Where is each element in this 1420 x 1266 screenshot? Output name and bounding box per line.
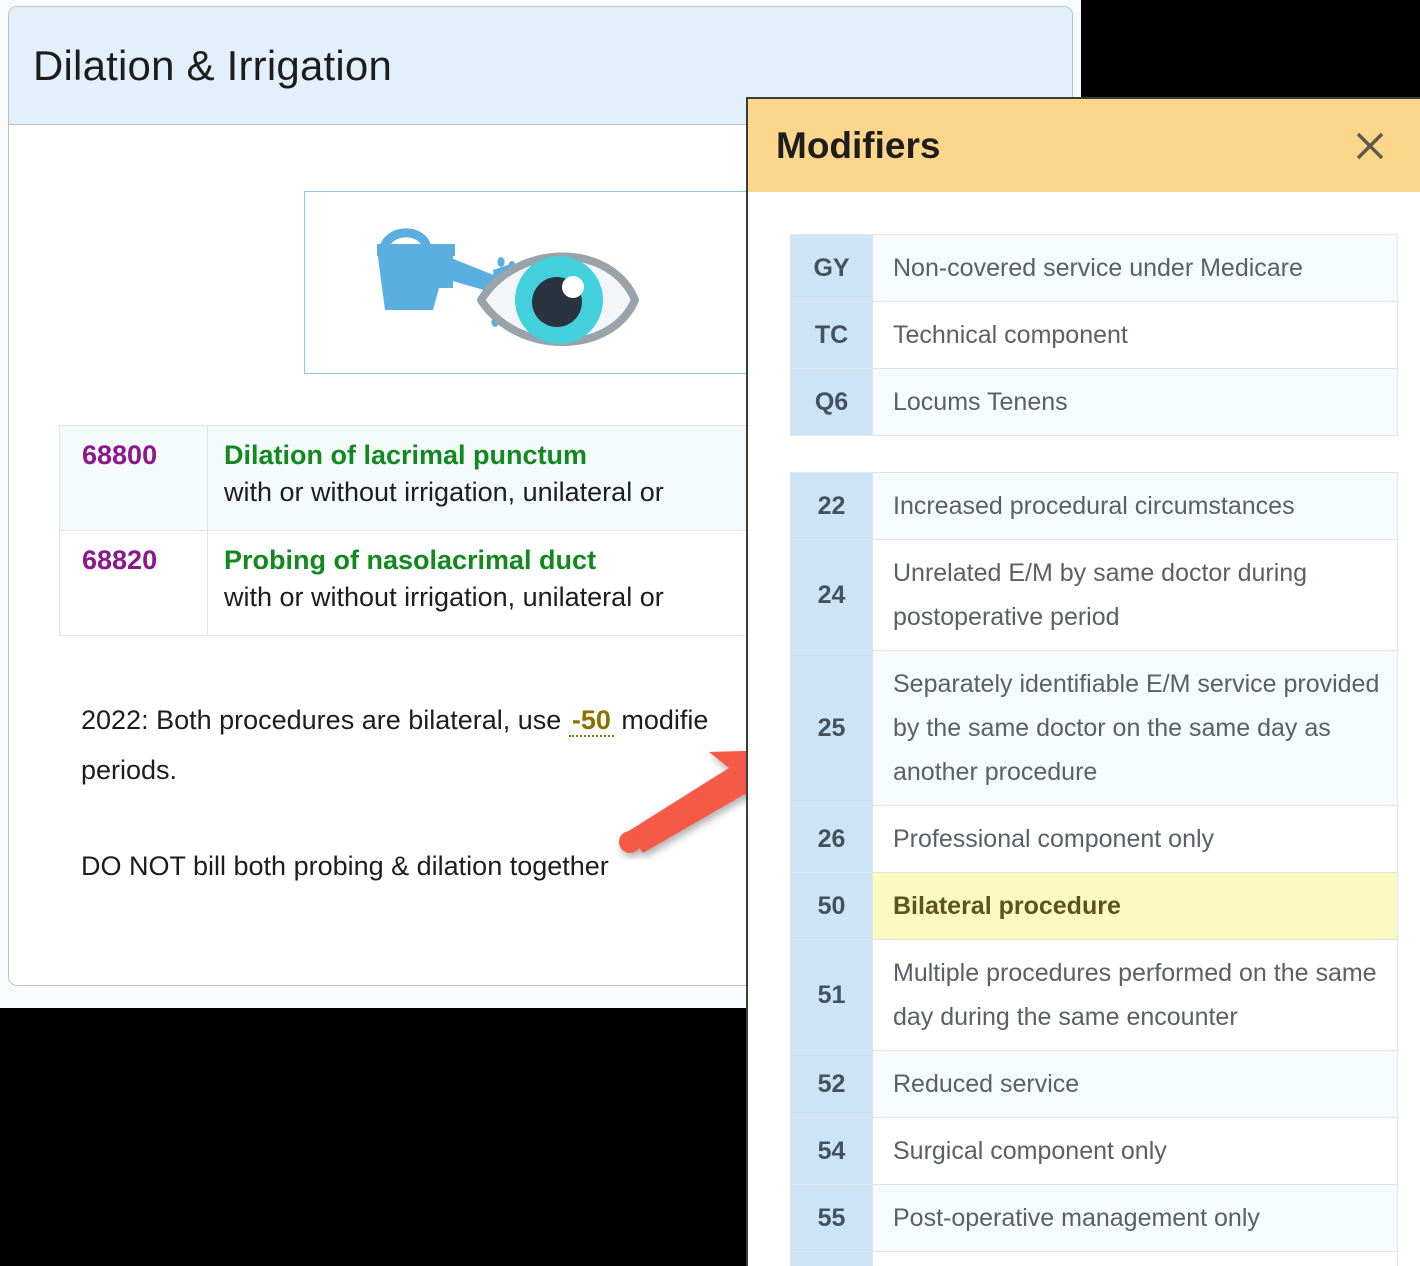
modifiers-dialog-header: Modifiers — [748, 99, 1420, 192]
modifier-description: Increased procedural circumstances — [872, 472, 1398, 540]
modifier-code: 52 — [790, 1050, 873, 1118]
modifier-row[interactable]: 50 Bilateral procedure — [790, 872, 1398, 940]
modifier-description: Surgical component only — [872, 1117, 1398, 1185]
modifier-description: Reduced service — [872, 1050, 1398, 1118]
modifier-description: Technical component — [872, 301, 1398, 369]
modifier-row[interactable]: 59Distinct procedure service — [790, 1251, 1398, 1266]
modifier-code: 54 — [790, 1117, 873, 1185]
modifier-code: 25 — [790, 650, 873, 806]
modifier-code: GY — [790, 234, 873, 302]
modifier-table-cpt: 22 Increased procedural circumstances 24 Un… — [790, 472, 1398, 1266]
modifier-row[interactable]: 25 Separately identifiable E/M service pr… — [790, 650, 1398, 806]
modifiers-dialog: Modifiers GY Non-covered service under Me… — [746, 97, 1420, 1266]
modifier-row[interactable]: 54 Surgical component only — [790, 1117, 1398, 1185]
screenshot-root: Dilation & Irrigation 68800 Dilation of … — [0, 0, 1420, 1266]
illustration-frame — [304, 191, 756, 374]
modifier-description: Multiple procedures performed on the sam… — [872, 939, 1398, 1051]
procedure-code: 68820 — [59, 530, 208, 636]
modifier-description: Non-covered service under Medicare — [872, 234, 1398, 302]
modifier-row[interactable]: 52 Reduced service — [790, 1050, 1398, 1118]
modifier-description: Unrelated E/M by same doctor during post… — [872, 539, 1398, 651]
modifier-description: Separately identifiable E/M service prov… — [872, 650, 1398, 806]
procedure-code: 68800 — [59, 425, 208, 531]
modifier-code: 26 — [790, 805, 873, 873]
modifier-code: 22 — [790, 472, 873, 540]
close-icon-glyph — [1356, 132, 1384, 159]
close-icon[interactable] — [1350, 126, 1390, 166]
modifier-row[interactable]: TC Technical component — [790, 301, 1398, 369]
modifier-code: 50 — [790, 872, 873, 940]
modifier-code: 59 — [790, 1251, 873, 1266]
modifier-table-hcpcs: GY Non-covered service under Medicare TC Te… — [790, 234, 1398, 436]
modifier-code: 51 — [790, 939, 873, 1051]
modifier-code: 24 — [790, 539, 873, 651]
modifier-code: Q6 — [790, 368, 873, 436]
modifier-table-cpt-body: 22 Increased procedural circumstances 24 Un… — [790, 472, 1398, 1266]
modifier-description: Distinct procedure service — [872, 1251, 1398, 1266]
modifier-row[interactable]: 51 Multiple procedures performed on the s… — [790, 939, 1398, 1051]
modifiers-dialog-body[interactable]: GY Non-covered service under Medicare TC Te… — [748, 192, 1420, 1266]
note-suffix: modifie — [621, 705, 709, 735]
table-group-separator — [790, 436, 1398, 472]
modifier-row[interactable]: 24 Unrelated E/M by same doctor during po… — [790, 539, 1398, 651]
modifier-code: TC — [790, 301, 873, 369]
modifiers-dialog-title: Modifiers — [776, 124, 941, 166]
modifier-row[interactable]: 55 Post-operative management only — [790, 1184, 1398, 1252]
modifier-row[interactable]: Q6 Locums Tenens — [790, 368, 1398, 436]
modifier-row[interactable]: GY Non-covered service under Medicare — [790, 234, 1398, 302]
modifier-description: Post-operative management only — [872, 1184, 1398, 1252]
modifier-description: Locums Tenens — [872, 368, 1398, 436]
modifier-50-reference: -50 — [568, 705, 614, 737]
modifier-row[interactable]: 26 Professional component only — [790, 805, 1398, 873]
modifier-row[interactable]: 22 Increased procedural circumstances — [790, 472, 1398, 540]
modifier-description: Bilateral procedure — [872, 872, 1398, 940]
page-title: Dilation & Irrigation — [33, 41, 393, 89]
modifier-description: Professional component only — [872, 805, 1398, 873]
watering-can-eye-irrigation-illustration — [377, 228, 639, 346]
note-prefix: 2022: Both procedures are bilateral, use — [81, 705, 562, 735]
modifier-table-hcpcs-body: GY Non-covered service under Medicare TC Te… — [790, 234, 1398, 436]
modifier-code: 55 — [790, 1184, 873, 1252]
